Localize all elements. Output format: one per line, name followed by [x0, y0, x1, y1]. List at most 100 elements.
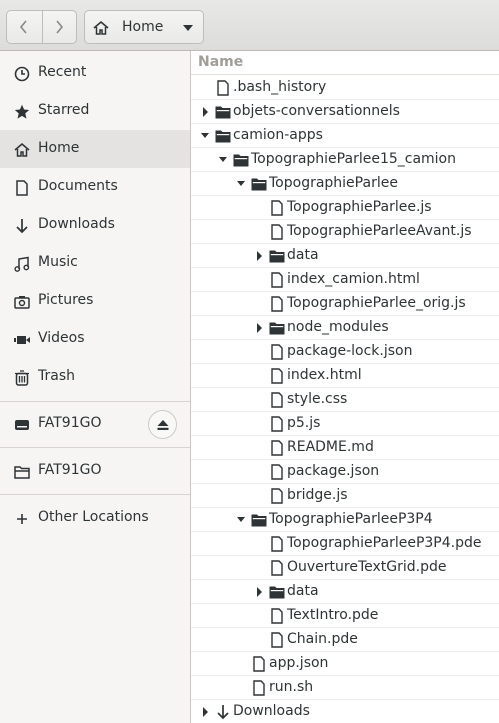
sidebar-item-label: Documents: [38, 178, 118, 194]
expander-collapsed-icon[interactable]: [201, 707, 209, 717]
file-row[interactable]: bridge.js: [191, 484, 499, 508]
sidebar-separator: [0, 401, 190, 402]
file-row[interactable]: p5.js: [191, 412, 499, 436]
file-name: camion-apps: [233, 127, 323, 143]
expander-collapsed-icon[interactable]: [255, 323, 263, 333]
sidebar-item-label: Recent: [38, 64, 87, 80]
file-row[interactable]: index.html: [191, 364, 499, 388]
file-row[interactable]: index_camion.html: [191, 268, 499, 292]
sidebar: Recent Starred Home Documents Downloads …: [0, 51, 191, 723]
expander-collapsed-icon[interactable]: [255, 251, 263, 261]
file-icon: [271, 608, 283, 624]
file-name: style.css: [287, 391, 348, 407]
eject-icon: [157, 419, 168, 430]
expander-expanded-icon[interactable]: [219, 155, 227, 165]
file-row[interactable]: run.sh: [191, 676, 499, 700]
sidebar-item-label: Other Locations: [38, 509, 149, 525]
path-bar-label: Home: [122, 19, 164, 35]
folder-row[interactable]: node_modules: [191, 316, 499, 340]
file-row[interactable]: TopographieParleeAvant.js: [191, 220, 499, 244]
folder-row[interactable]: Downloads: [191, 700, 499, 723]
file-icon: [271, 416, 283, 432]
sidebar-item-home[interactable]: Home: [0, 130, 190, 168]
sidebar-item-label: Downloads: [38, 216, 115, 232]
file-name: README.md: [287, 439, 374, 455]
sidebar-item-recent[interactable]: Recent: [0, 54, 190, 92]
file-name: TopographieParleeP3P4.pde: [287, 535, 482, 551]
file-name: objets-conversationnels: [233, 103, 400, 119]
sidebar-item-label: Starred: [38, 102, 90, 118]
file-name: data: [287, 583, 319, 599]
folder-row[interactable]: TopographieParlee15_camion: [191, 148, 499, 172]
sidebar-item-label: FAT91GO: [38, 415, 102, 431]
sidebar-item-pictures[interactable]: Pictures: [0, 282, 190, 320]
file-icon: [217, 80, 229, 96]
file-row[interactable]: app.json: [191, 652, 499, 676]
chevron-left-icon: [20, 20, 27, 34]
folder-icon: [269, 250, 285, 263]
file-row[interactable]: TopographieParleeP3P4.pde: [191, 532, 499, 556]
file-icon: [271, 632, 283, 648]
file-row[interactable]: style.css: [191, 388, 499, 412]
file-row[interactable]: TextIntro.pde: [191, 604, 499, 628]
folder-row[interactable]: objets-conversationnels: [191, 100, 499, 124]
folder-icon: [251, 514, 267, 527]
file-name: TopographieParleeAvant.js: [287, 223, 472, 239]
sidebar-item-label: Trash: [38, 368, 75, 384]
home-icon: [93, 20, 109, 35]
path-bar-home-button[interactable]: Home: [84, 10, 204, 44]
file-row[interactable]: package-lock.json: [191, 340, 499, 364]
folder-icon: [14, 466, 30, 479]
file-name: TopographieParlee_orig.js: [287, 295, 466, 311]
file-row[interactable]: OuvertureTextGrid.pde: [191, 556, 499, 580]
file-row[interactable]: README.md: [191, 436, 499, 460]
document-icon: [16, 180, 28, 196]
folder-icon: [233, 154, 249, 167]
folder-icon: [269, 322, 285, 335]
file-name: data: [287, 247, 319, 263]
file-icon: [271, 368, 283, 384]
sidebar-item-videos[interactable]: Videos: [0, 320, 190, 358]
file-list: Name .bash_history objets-conversationnel…: [191, 51, 499, 723]
folder-row[interactable]: TopographieParleeP3P4: [191, 508, 499, 532]
forward-button[interactable]: [41, 11, 77, 43]
sidebar-item-documents[interactable]: Documents: [0, 168, 190, 206]
file-icon: [271, 440, 283, 456]
file-name: p5.js: [287, 415, 321, 431]
sidebar-item-downloads[interactable]: Downloads: [0, 206, 190, 244]
back-button[interactable]: [7, 11, 42, 43]
file-icon: [271, 488, 283, 504]
home-icon: [14, 142, 30, 157]
column-header-name[interactable]: Name: [191, 51, 499, 75]
sidebar-item-trash[interactable]: Trash: [0, 358, 190, 396]
expander-expanded-icon[interactable]: [237, 515, 245, 525]
file-row[interactable]: .bash_history: [191, 76, 499, 100]
sidebar-item-other-locations[interactable]: Other Locations: [0, 499, 190, 537]
sidebar-separator: [0, 494, 190, 495]
folder-row[interactable]: camion-apps: [191, 124, 499, 148]
folder-icon: [251, 178, 267, 191]
clock-icon: [14, 66, 30, 82]
sidebar-item-starred[interactable]: Starred: [0, 92, 190, 130]
expander-expanded-icon[interactable]: [201, 131, 209, 141]
sidebar-separator: [0, 447, 190, 448]
file-row[interactable]: TopographieParlee_orig.js: [191, 292, 499, 316]
expander-collapsed-icon[interactable]: [255, 587, 263, 597]
file-icon: [271, 296, 283, 312]
sidebar-item-label: Pictures: [38, 292, 94, 308]
folder-row[interactable]: data: [191, 580, 499, 604]
folder-row[interactable]: data: [191, 244, 499, 268]
download-icon: [217, 705, 229, 720]
sidebar-item-music[interactable]: Music: [0, 244, 190, 282]
file-icon: [271, 560, 283, 576]
sidebar-item-mount[interactable]: FAT91GO: [0, 452, 190, 490]
expander-collapsed-icon[interactable]: [201, 107, 209, 117]
folder-row[interactable]: TopographieParlee: [191, 172, 499, 196]
file-row[interactable]: package.json: [191, 460, 499, 484]
file-icon: [271, 536, 283, 552]
eject-button[interactable]: [148, 410, 177, 439]
file-row[interactable]: TopographieParlee.js: [191, 196, 499, 220]
file-row[interactable]: Chain.pde: [191, 628, 499, 652]
expander-expanded-icon[interactable]: [237, 179, 245, 189]
sidebar-item-drive[interactable]: FAT91GO: [0, 405, 190, 443]
